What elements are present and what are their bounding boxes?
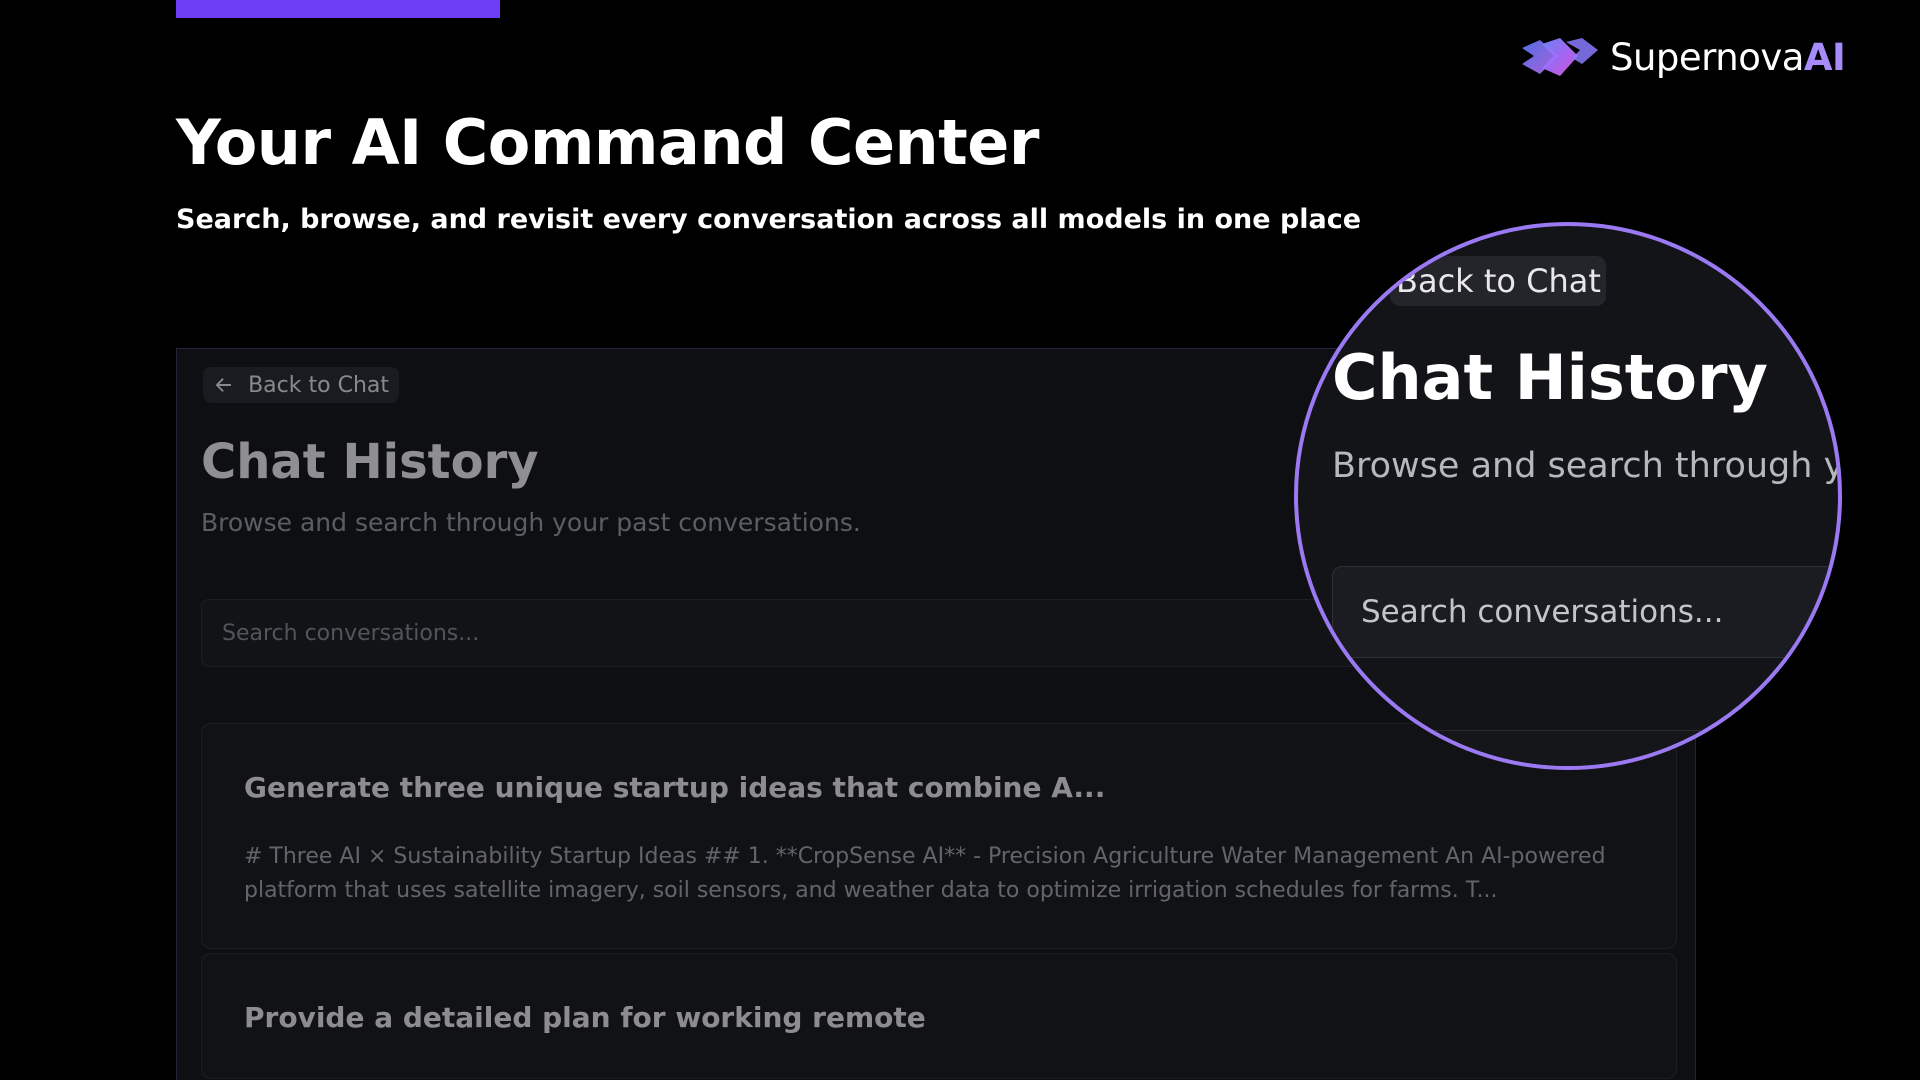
conversation-title: Generate three unique startup ideas that… [244,771,1106,804]
arrow-left-icon [215,378,232,392]
brand-logo: SupernovaAI [1520,35,1880,79]
back-to-chat-label: Back to Chat [248,372,389,398]
brand-name-accent: AI [1803,35,1846,79]
magnified-search-input: Search conversations... [1332,566,1838,658]
page-subtitle: Browse and search through your past conv… [201,508,861,537]
top-accent-bar [176,0,500,18]
chevrons-gradient-icon [1522,38,1598,76]
hero-subtitle: Search, browse, and revisit every conver… [176,204,1362,235]
promo-slide: SupernovaAI Your AI Command Center Searc… [0,0,1920,1080]
magnified-card-edge [1332,730,1838,766]
brand-name-primary: Supernova [1610,35,1804,79]
magnified-page-subtitle: Browse and search through yo [1332,446,1842,486]
magnified-page-title: Chat History [1332,341,1768,414]
brand-wordmark: SupernovaAI [1610,35,1846,79]
back-to-chat-button[interactable]: Back to Chat [203,367,399,403]
page-title: Chat History [201,434,539,490]
conversation-title: Provide a detailed plan for working remo… [244,1001,926,1034]
magnifier-zoom-circle: Back to Chat Chat History Browse and sea… [1294,222,1842,770]
conversation-card[interactable]: Provide a detailed plan for working remo… [201,953,1677,1079]
conversation-preview: # Three AI × Sustainability Startup Idea… [244,844,1606,903]
hero-title: Your AI Command Center [176,106,1039,179]
magnified-back-to-chat: Back to Chat [1390,256,1606,306]
conversation-list: Generate three unique startup ideas that… [201,723,1677,1080]
